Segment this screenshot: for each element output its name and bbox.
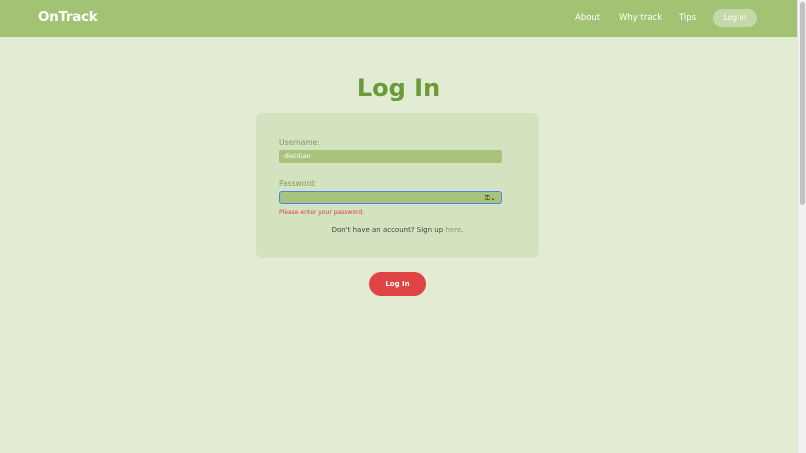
- password-field[interactable]: ⚿⌄: [279, 191, 502, 204]
- scrollbar[interactable]: [797, 0, 806, 453]
- scrollbar-thumb[interactable]: [800, 2, 805, 205]
- logo[interactable]: OnTrack: [38, 9, 98, 25]
- username-label: Username:: [279, 138, 320, 147]
- password-label: Password:: [279, 179, 317, 188]
- signup-prompt: Don't have an account? Sign up here.: [256, 226, 539, 234]
- header: OnTrack About Why track Tips Log in: [0, 0, 797, 37]
- nav-tips[interactable]: Tips: [679, 13, 696, 23]
- key-icon[interactable]: ⚿⌄: [485, 193, 496, 203]
- username-field[interactable]: dietitian: [279, 150, 502, 163]
- login-card: Username: dietitian Password: ⚿⌄ Please …: [256, 113, 539, 258]
- nav-about[interactable]: About: [575, 13, 600, 23]
- nav-why-track[interactable]: Why track: [619, 13, 662, 23]
- page: OnTrack About Why track Tips Log in Log …: [0, 0, 797, 453]
- signup-text: Don't have an account? Sign up: [331, 226, 446, 234]
- nav-login-button[interactable]: Log in: [713, 9, 757, 27]
- signup-link[interactable]: here: [445, 226, 461, 234]
- signup-suffix: .: [461, 226, 464, 234]
- page-title: Log In: [356, 74, 441, 102]
- login-submit-button[interactable]: Log In: [369, 272, 426, 296]
- password-error-message: Please enter your password.: [279, 209, 365, 216]
